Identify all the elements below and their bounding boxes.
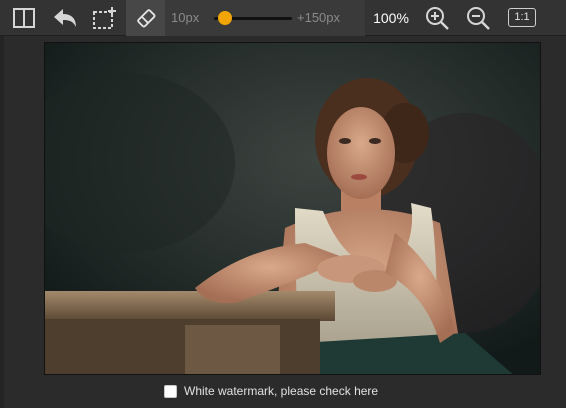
photo-canvas[interactable] — [44, 42, 541, 375]
zoom-in-icon — [424, 5, 450, 31]
zoom-out-button[interactable] — [458, 0, 498, 36]
undo-button[interactable] — [45, 0, 85, 36]
crop-add-icon — [92, 6, 118, 30]
crop-add-button[interactable] — [85, 0, 125, 36]
zoom-out-icon — [465, 5, 491, 31]
actual-size-button[interactable]: 1:1 — [508, 8, 536, 27]
brush-size-max-label: +150px — [297, 10, 341, 25]
undo-icon — [51, 7, 79, 29]
zoom-in-button[interactable] — [417, 0, 457, 36]
portrait-photo — [45, 43, 540, 374]
split-view-icon — [12, 7, 36, 29]
white-watermark-label: White watermark, please check here — [184, 384, 379, 398]
eraser-button[interactable] — [126, 0, 166, 36]
toolbar: 10px +150px 100% 1:1 — [0, 0, 566, 36]
split-view-button[interactable] — [4, 0, 44, 36]
zoom-level: 100% — [373, 10, 409, 26]
white-watermark-option[interactable]: White watermark, please check here — [164, 383, 378, 399]
left-rail — [0, 36, 4, 408]
eraser-icon — [134, 6, 158, 30]
brush-size-slider-thumb[interactable] — [217, 11, 232, 25]
brush-size-min-label: 10px — [171, 10, 200, 25]
white-watermark-checkbox[interactable] — [164, 384, 177, 398]
